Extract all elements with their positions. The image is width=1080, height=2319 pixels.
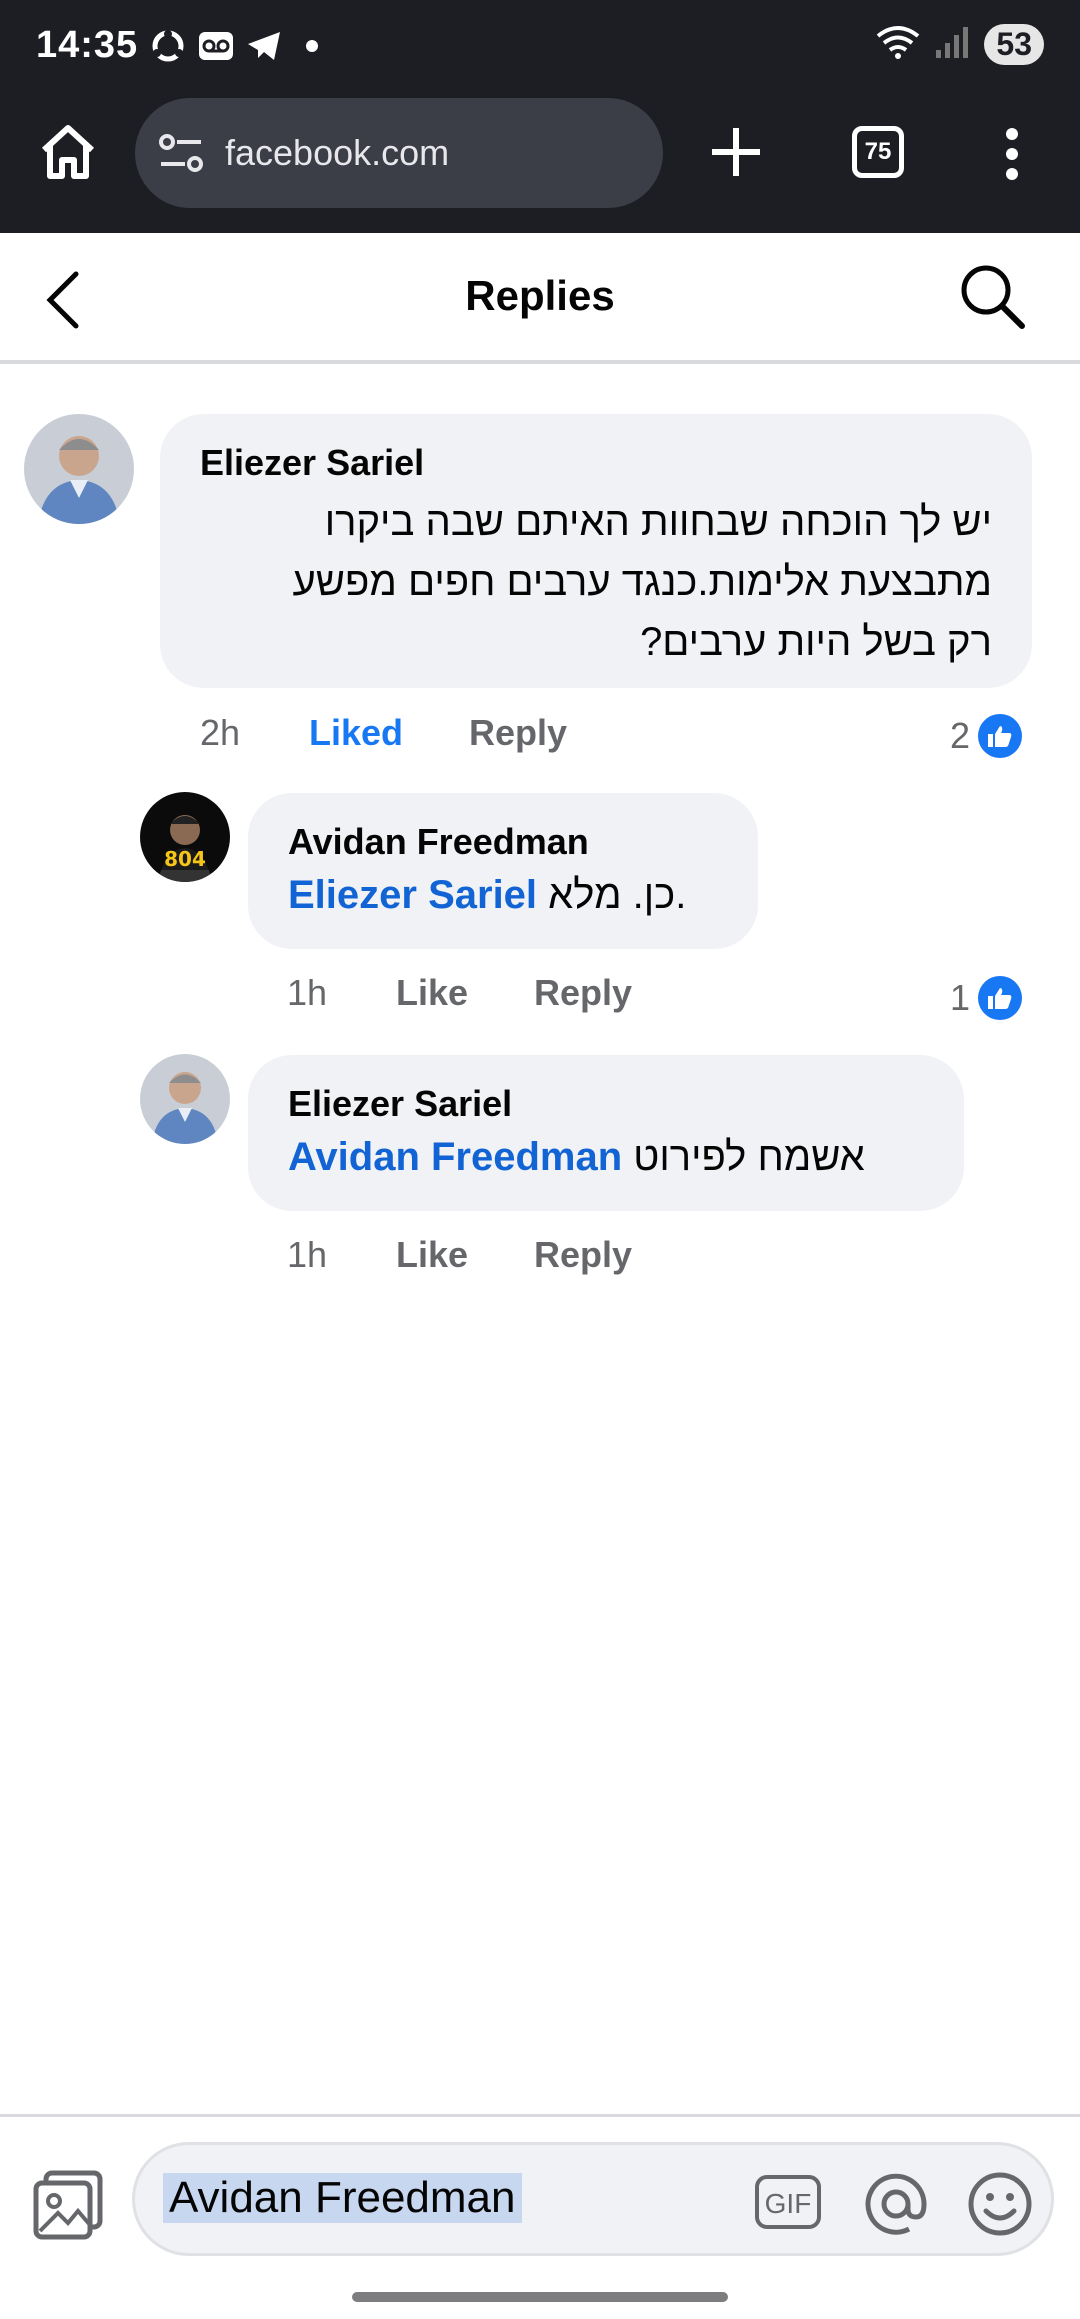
gif-icon[interactable]: GIF bbox=[755, 2175, 821, 2229]
thumbs-up-icon bbox=[978, 714, 1023, 758]
comment-composer: Avidan Freedman GIF bbox=[0, 2114, 1080, 2319]
mention-link[interactable]: Avidan Freedman bbox=[288, 1135, 622, 1179]
reaction-summary[interactable]: 2 bbox=[950, 714, 1023, 758]
mention-icon[interactable] bbox=[861, 2169, 931, 2239]
mention-link[interactable]: Eliezer Sariel bbox=[288, 873, 537, 917]
status-system-icons: 53 bbox=[876, 24, 1044, 65]
thumbs-up-icon bbox=[978, 976, 1023, 1020]
tab-switcher-button[interactable]: 75 bbox=[852, 126, 904, 178]
comment-bubble: Avidan Freedman Eliezer Sariel כן. מלא. bbox=[248, 793, 758, 949]
search-icon[interactable] bbox=[958, 262, 1028, 332]
comment-input[interactable]: Avidan Freedman GIF bbox=[132, 2142, 1054, 2256]
photo-gallery-icon[interactable] bbox=[32, 2169, 104, 2241]
like-button[interactable]: Like bbox=[396, 1234, 468, 1276]
dot-icon bbox=[294, 28, 330, 64]
comment-text: Eliezer Sariel כן. מלא. bbox=[288, 873, 686, 918]
status-notification-icons bbox=[150, 28, 330, 64]
comment-bubble: Eliezer Sariel Avidan Freedman אשמח לפיר… bbox=[248, 1055, 964, 1211]
url-text[interactable]: facebook.com bbox=[225, 132, 449, 174]
site-settings-icon[interactable] bbox=[157, 132, 205, 176]
comment-text-line: יש לך הוכחה שבחוות האיתם שבה ביקרו bbox=[324, 500, 992, 544]
comment-bubble: Eliezer Sariel יש לך הוכחה שבחוות האיתם … bbox=[160, 414, 1032, 688]
reply-button[interactable]: Reply bbox=[534, 972, 632, 1014]
page-title: Replies bbox=[465, 272, 615, 319]
reply-button[interactable]: Reply bbox=[534, 1234, 632, 1276]
voicemail-icon bbox=[198, 28, 234, 64]
avatar[interactable]: 804 bbox=[140, 792, 230, 882]
replies-header: Replies bbox=[0, 236, 1080, 364]
gesture-navigation-bar[interactable] bbox=[352, 2292, 728, 2302]
reaction-count: 2 bbox=[950, 715, 971, 756]
comment-text-line: רק בשל היות ערבים? bbox=[640, 620, 992, 664]
new-tab-button[interactable] bbox=[706, 122, 766, 182]
telegram-icon bbox=[246, 28, 282, 64]
comment-time: 1h bbox=[287, 972, 328, 1013]
comment-body: כן. מלא. bbox=[548, 873, 687, 917]
sync-icon bbox=[150, 28, 186, 64]
comment-time: 2h bbox=[200, 712, 241, 753]
comment-text: יש לך הוכחה שבחוות האיתם שבה ביקרו מתבצע… bbox=[192, 492, 992, 672]
overflow-menu-icon[interactable] bbox=[1004, 126, 1020, 182]
comment-body: אשמח לפירוט bbox=[633, 1135, 865, 1179]
browser-home-button[interactable] bbox=[38, 122, 98, 182]
comment-text-line: מתבצעת אלימות.כנגד ערבים חפים מפשע bbox=[292, 560, 992, 604]
reaction-summary[interactable]: 1 bbox=[950, 976, 1023, 1020]
avatar-badge-text: 804 bbox=[164, 847, 206, 871]
wifi-icon bbox=[876, 24, 920, 65]
gif-label: GIF bbox=[765, 2188, 812, 2219]
avatar[interactable] bbox=[140, 1054, 230, 1144]
comment-author[interactable]: Eliezer Sariel bbox=[288, 1083, 512, 1125]
status-time: 14:35 bbox=[36, 24, 139, 66]
comment-text: Avidan Freedman אשמח לפירוט bbox=[288, 1135, 865, 1180]
reaction-count: 1 bbox=[950, 977, 971, 1018]
address-bar[interactable]: facebook.com bbox=[135, 98, 663, 208]
emoji-icon[interactable] bbox=[965, 2169, 1035, 2239]
reply-button[interactable]: Reply bbox=[469, 712, 567, 754]
battery-indicator: 53 bbox=[984, 24, 1044, 65]
comment-time: 1h bbox=[287, 1234, 328, 1275]
browser-chrome: 14:35 53 facebook.com 75 bbox=[0, 0, 1080, 233]
avatar[interactable] bbox=[24, 414, 134, 524]
comment-author[interactable]: Avidan Freedman bbox=[288, 821, 589, 863]
signal-icon bbox=[934, 24, 970, 65]
comment-author[interactable]: Eliezer Sariel bbox=[200, 442, 424, 484]
like-button[interactable]: Liked bbox=[309, 712, 403, 754]
comment-input-value[interactable]: Avidan Freedman bbox=[163, 2173, 522, 2223]
like-button[interactable]: Like bbox=[396, 972, 468, 1014]
